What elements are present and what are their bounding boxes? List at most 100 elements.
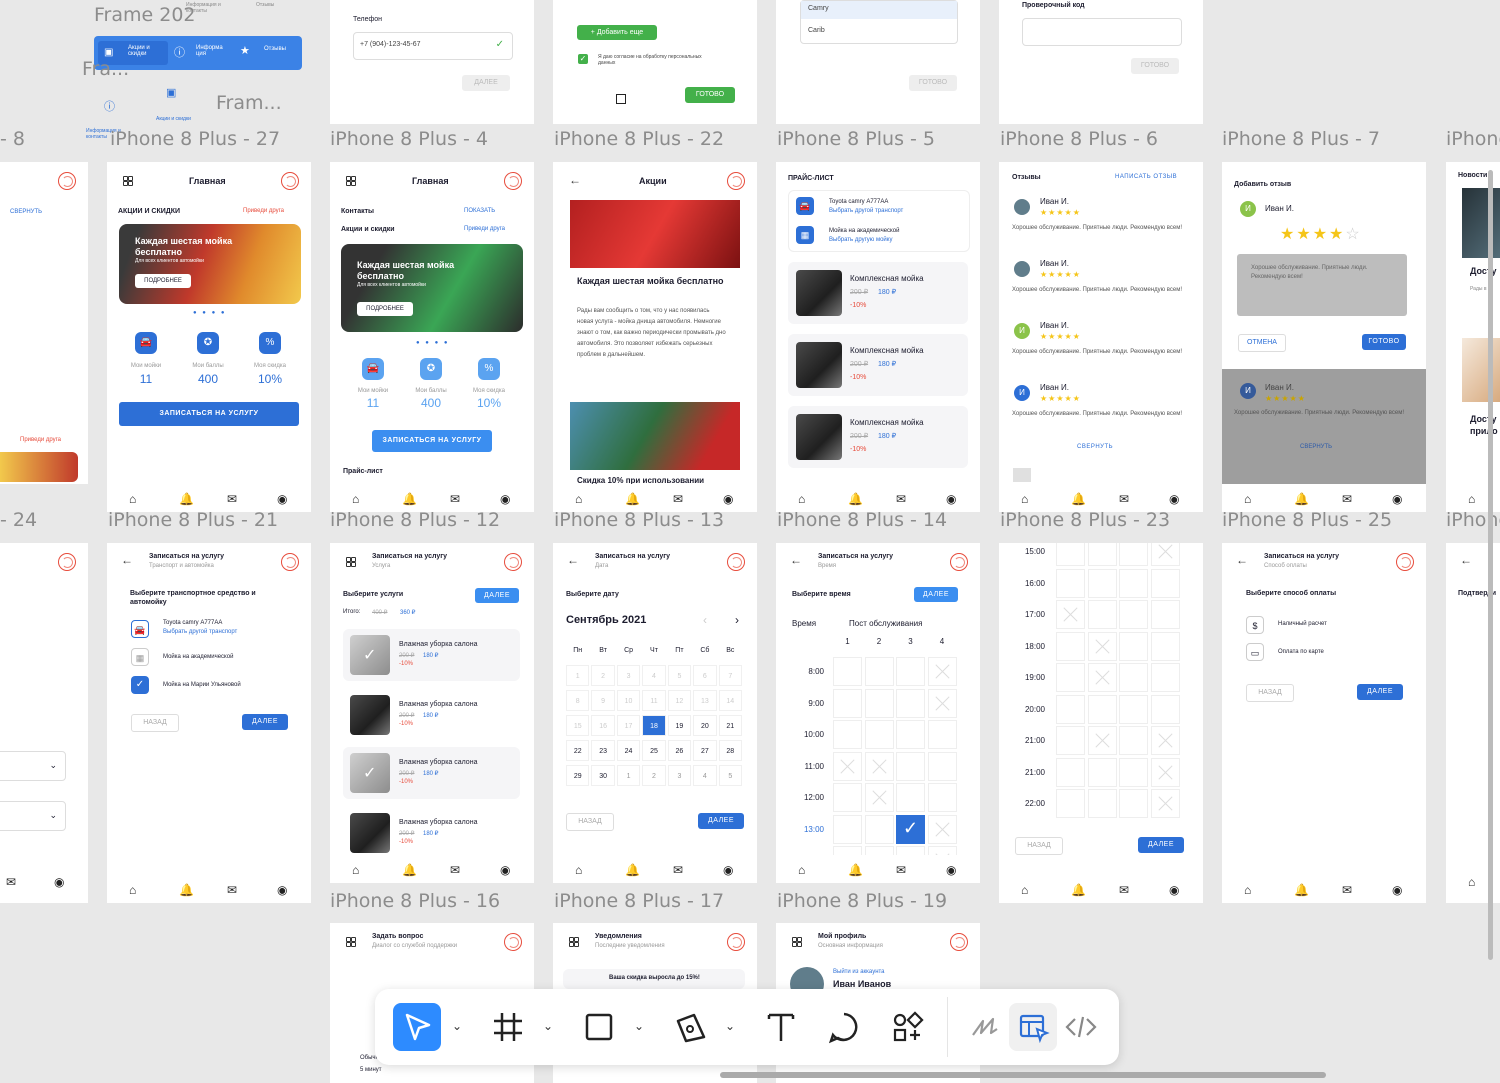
back-arrow-icon[interactable]: ← — [1236, 553, 1248, 567]
time-slot[interactable] — [1056, 757, 1085, 787]
bell-icon[interactable]: 🔔 — [625, 492, 640, 506]
service-card[interactable]: ✓ Влажная уборка салона 200 ₽ 180 ₽ -10% — [343, 747, 520, 799]
time-slot[interactable] — [1056, 663, 1085, 692]
time-slot[interactable] — [896, 720, 925, 749]
time-slot[interactable] — [1087, 543, 1117, 566]
home-icon[interactable]: ⌂ — [1244, 883, 1251, 897]
time-slot[interactable] — [1150, 568, 1180, 598]
calendar-day[interactable]: 5 — [718, 765, 742, 786]
next-button[interactable]: ДАЛЕЕ — [1357, 684, 1403, 700]
frame-label[interactable]: iPhone 8 Plus - 14 — [777, 509, 947, 531]
frame-label[interactable]: iPhone 8 Plus - 5 — [777, 128, 935, 150]
time-slot[interactable] — [1119, 789, 1148, 818]
mail-icon[interactable]: ✉ — [673, 863, 683, 877]
calendar-day[interactable]: 26 — [667, 740, 692, 761]
mail-icon[interactable]: ✉ — [896, 863, 906, 877]
book-button[interactable]: ЗАПИСАТЬСЯ НА УСЛУГУ — [119, 402, 299, 426]
menu-grid-icon[interactable] — [123, 176, 133, 186]
frame-label[interactable]: Fram... — [216, 92, 282, 114]
dropdown-option[interactable]: Camry — [808, 5, 829, 12]
time-slot[interactable] — [864, 720, 894, 749]
avatar-icon[interactable]: ◉ — [1392, 492, 1402, 506]
time-slot[interactable] — [1150, 694, 1180, 724]
calendar-day[interactable]: 28 — [718, 740, 742, 761]
next-button[interactable]: ДАЛЕЕ — [462, 75, 510, 91]
invite-link[interactable]: Приведи друга — [464, 226, 505, 232]
time-slot[interactable] — [1119, 600, 1148, 629]
chevron-down-icon[interactable]: ⌄ — [725, 1019, 735, 1033]
chevron-down-icon[interactable]: ⌄ — [543, 1019, 553, 1033]
chevron-down-icon[interactable]: ⌄ — [452, 1019, 462, 1033]
code-input[interactable] — [1022, 18, 1182, 46]
components-icon[interactable] — [883, 1003, 931, 1051]
time-slot[interactable] — [1087, 600, 1117, 629]
time-slot[interactable] — [1087, 789, 1117, 818]
vertical-scrollbar[interactable] — [1488, 170, 1493, 960]
calendar-day[interactable]: 1 — [616, 765, 641, 786]
frame-label[interactable]: iPhone 8 Plus - 12 — [330, 509, 500, 531]
back-arrow-icon[interactable]: ← — [569, 173, 581, 187]
frame-label[interactable]: iPhone 8 Plus - 4 — [330, 128, 488, 150]
frame-label[interactable]: Fra... — [82, 58, 129, 80]
home-icon[interactable]: ⌂ — [798, 492, 805, 506]
calendar-day[interactable]: 21 — [718, 715, 742, 736]
home-icon[interactable]: ⌂ — [1244, 492, 1251, 506]
frame-label[interactable]: iPhone 8 Plus - 17 — [554, 890, 724, 912]
carousel-dots[interactable]: ● ● ● ● — [416, 340, 450, 346]
service-card[interactable]: ✓ Влажная уборка салона 200 ₽ 180 ₽ -10% — [343, 629, 520, 681]
back-arrow-icon[interactable]: ← — [567, 553, 579, 567]
back-arrow-icon[interactable]: ← — [1460, 553, 1472, 567]
next-button[interactable]: ДАЛЕЕ — [698, 813, 744, 829]
menu-grid-icon[interactable] — [346, 176, 356, 186]
payment-option[interactable]: Оплата по карте — [1278, 649, 1324, 655]
time-slot[interactable] — [833, 688, 862, 718]
pen-tool-icon[interactable] — [666, 1003, 714, 1051]
menu-grid-icon[interactable] — [792, 937, 802, 947]
mail-icon[interactable]: ✉ — [450, 863, 460, 877]
comment-tool-icon[interactable] — [820, 1003, 868, 1051]
calendar-day[interactable]: 3 — [667, 765, 692, 786]
dropdown[interactable]: ⌄ — [0, 801, 66, 831]
promo-banner[interactable]: Каждая шестая мойка бесплатно Для всех к… — [341, 244, 523, 332]
frame-label[interactable]: iPhone 8 Plus - 23 — [1000, 509, 1170, 531]
time-slot[interactable]: ✓ — [896, 814, 925, 844]
home-icon[interactable]: ⌂ — [1021, 492, 1028, 506]
frame-label[interactable]: - 24 — [0, 509, 37, 531]
back-arrow-icon[interactable]: ← — [790, 553, 802, 567]
mail-icon[interactable]: ✉ — [227, 883, 237, 897]
time-slot[interactable] — [927, 751, 957, 781]
calendar-day[interactable]: 19 — [667, 715, 692, 736]
home-icon[interactable]: ⌂ — [352, 863, 359, 877]
calendar-day[interactable]: 18 — [642, 715, 666, 736]
avatar-icon[interactable]: ◉ — [54, 875, 64, 889]
avatar-icon[interactable]: ◉ — [1392, 883, 1402, 897]
avatar-icon[interactable]: ◉ — [946, 492, 956, 506]
calendar-day[interactable]: 24 — [616, 740, 641, 761]
mail-icon[interactable]: ✉ — [1119, 883, 1129, 897]
service-card[interactable]: Комплексная мойка 200 ₽ 180 ₽ -10% — [788, 406, 968, 468]
mail-icon[interactable]: ✉ — [227, 492, 237, 506]
time-slot[interactable] — [927, 783, 957, 812]
avatar-icon[interactable]: ◉ — [1169, 492, 1179, 506]
review-textarea[interactable]: Хорошее обслуживание. Приятные люди. Рек… — [1237, 254, 1407, 316]
calendar-day[interactable]: 22 — [566, 740, 590, 761]
avatar-icon[interactable]: ◉ — [500, 863, 510, 877]
avatar-icon[interactable]: ◉ — [723, 492, 733, 506]
frame-label[interactable]: iPhone 8 Plus - 25 — [1222, 509, 1392, 531]
mail-icon[interactable]: ✉ — [1119, 492, 1129, 506]
home-icon[interactable]: ⌂ — [352, 492, 359, 506]
rectangle-tool-icon[interactable] — [575, 1003, 623, 1051]
notification-item[interactable]: Ваша скидка выросла до 15%! — [563, 969, 745, 989]
chevron-down-icon[interactable]: ⌄ — [634, 1019, 644, 1033]
home-icon[interactable]: ⌂ — [798, 863, 805, 877]
consent-checkbox[interactable]: ✓ — [578, 54, 588, 64]
time-slot[interactable] — [896, 657, 925, 686]
next-button[interactable]: ДАЛЕЕ — [475, 588, 519, 603]
carousel-dots[interactable]: ● ● ● ● — [193, 310, 227, 316]
move-tool-icon[interactable] — [393, 1003, 441, 1051]
prev-month-icon[interactable]: ‹ — [703, 613, 707, 627]
calendar-day[interactable]: 29 — [566, 765, 590, 786]
calendar-day[interactable]: 27 — [693, 740, 717, 761]
home-icon[interactable]: ⌂ — [1468, 492, 1475, 506]
frame-tool-icon[interactable] — [484, 1003, 532, 1051]
